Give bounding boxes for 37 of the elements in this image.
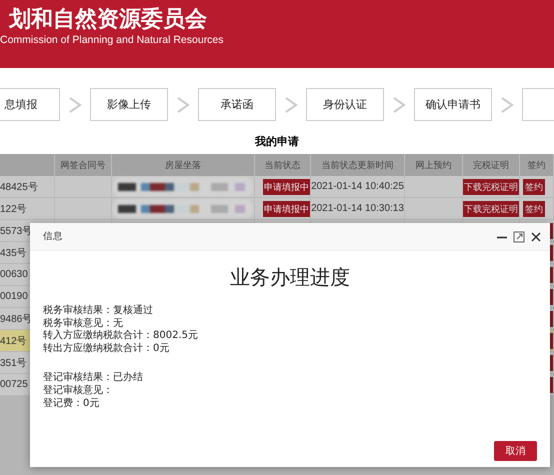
info-line: 登记费：0元 [43,398,100,410]
step-box[interactable]: 承诺函 [198,88,276,121]
table-row[interactable]: 122号 申请填报中 2021-01-14 10:30:13 下载完税证明 签约 [0,198,554,220]
column-header: 当前状态 [264,160,300,172]
chevron-icon [68,96,82,112]
dialog-heading: 业务办理进度 [230,265,350,289]
step-box[interactable]: 息填报 [0,88,60,121]
status-tag: 申请填报中 [263,178,310,194]
maximize-icon[interactable] [513,230,525,242]
table-row[interactable]: 48425号 申请填报中 2021-01-14 10:40:25 下载完税证明 签约 [0,176,554,198]
column-header: 房屋坐落 [165,160,201,172]
cancel-button[interactable]: 取消 [494,441,537,461]
table-cell: 2021-01-14 10:30:13 [311,203,404,214]
column-header: 当前状态更新时间 [322,160,394,172]
sign-button[interactable]: 签约 [523,178,545,194]
close-icon[interactable] [530,230,542,242]
column-header: 网签合同号 [60,160,106,172]
step-box[interactable]: 影像上传 [90,88,168,121]
column-header: 完税证明 [473,160,509,172]
step-box[interactable]: 身份认证 [306,88,384,121]
section-title: 我的申请 [254,135,300,149]
step-box[interactable]: 确认申请书 [414,88,492,121]
chevron-icon [176,96,190,112]
site-subtitle: Commission of Planning and Natural Resources [0,33,224,47]
chevron-icon [392,96,406,112]
table-cell: 2021-01-14 10:40:25 [311,181,404,192]
column-header: 签约 [528,160,546,172]
chevron-icon [284,96,298,112]
download-button[interactable]: 下载完税证明 [463,178,519,194]
table-cell: 122号 [0,198,55,219]
table-cell: 48425号 [0,176,55,197]
status-tag: 申请填报中 [263,200,310,216]
site-title: 划和自然资源委员会 [8,7,207,33]
chevron-icon [500,96,514,112]
download-button[interactable]: 下载完税证明 [463,200,519,216]
column-header: 网上预约 [416,160,452,172]
sign-button[interactable]: 签约 [523,200,545,216]
